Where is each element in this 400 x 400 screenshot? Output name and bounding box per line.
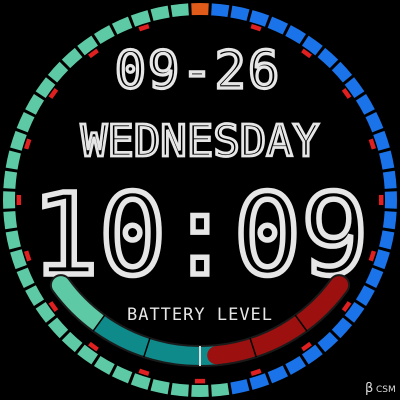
ring-segment [191,2,209,16]
ring-segment [3,211,18,230]
battery-label: BATTERY LEVEL [127,305,273,325]
weekday-display: WEDNESDAY [81,116,319,167]
ring-marker [16,194,22,206]
brand-symbol: β [365,381,373,396]
ring-segment [382,170,397,189]
ring-marker [194,378,206,384]
ring-segment [170,382,189,397]
ring-segment [3,170,18,189]
ring-segment [384,191,397,209]
ring-segment [2,191,16,209]
ring-segment [191,384,209,397]
brand-text: CSM [376,385,396,395]
ring-segment [211,3,230,18]
time-display: 10:09 [31,171,368,301]
watch-face: 09-26 WEDNESDAY 10:09 BATTERY LEVEL β CS… [0,0,400,400]
date-display: 09-26 [115,41,282,101]
ring-segment [382,211,397,230]
ring-segment [170,3,189,18]
ring-marker [378,194,384,206]
ring-segment [211,382,230,397]
